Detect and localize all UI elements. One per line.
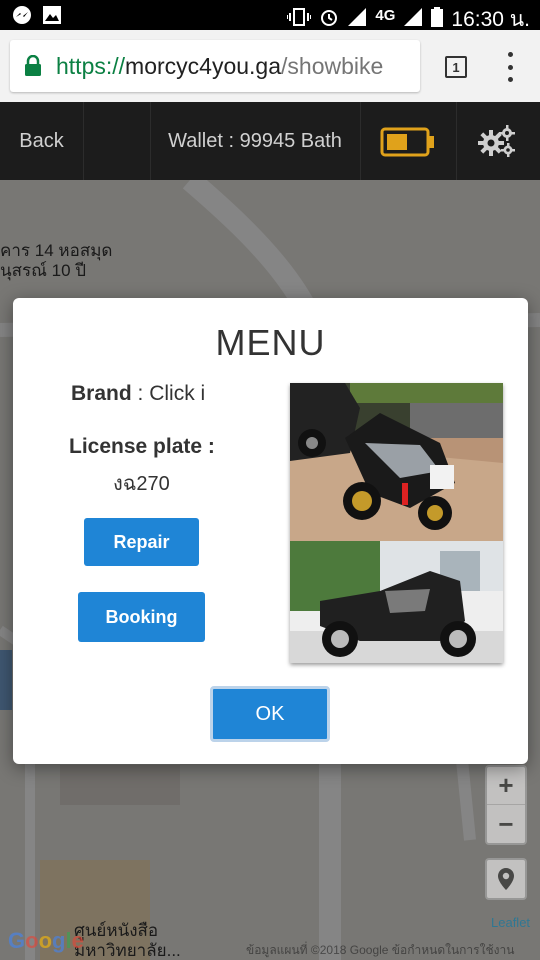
- back-button[interactable]: Back: [0, 102, 84, 180]
- map-pin-icon: [498, 868, 514, 890]
- header-divider: [456, 102, 457, 180]
- battery-status-icon: [431, 6, 444, 33]
- wallet-balance: Wallet : 99945 Bath: [168, 129, 342, 152]
- map-attribution: ข้อมูลแผนที่ ©2018 Google ข้อกำหนดในการใ…: [246, 943, 515, 957]
- leaflet-link[interactable]: Leaflet: [491, 915, 530, 930]
- network-type: 4G: [375, 7, 396, 24]
- signal-icon-2: [403, 7, 423, 33]
- lock-icon: [24, 54, 44, 77]
- brand-row: Brand : Click i: [71, 382, 205, 406]
- zoom-out-button[interactable]: −: [487, 805, 525, 843]
- tab-switcher-button[interactable]: 1: [445, 56, 467, 78]
- locate-button[interactable]: [485, 858, 527, 900]
- gear-icon[interactable]: [478, 124, 516, 163]
- url-path: /showbike: [281, 52, 384, 79]
- battery-icon[interactable]: [380, 127, 436, 162]
- google-logo: Google: [8, 928, 84, 953]
- ok-button[interactable]: OK: [210, 686, 330, 742]
- license-plate-value: งฉ270: [113, 473, 170, 495]
- dialog-title: MENU: [215, 322, 326, 363]
- messenger-icon: [12, 5, 32, 25]
- browser-toolbar: https://morcyc4you.ga/showbike 1: [0, 30, 540, 102]
- url-scheme: https://: [56, 52, 126, 79]
- zoom-in-button[interactable]: +: [487, 767, 525, 805]
- browser-menu-icon[interactable]: [502, 52, 518, 82]
- motorcycle-photo-1: [290, 383, 503, 541]
- license-plate-label: License plate :: [69, 435, 215, 458]
- status-bar: 4G 16:30 น.: [0, 0, 540, 33]
- url-host: morcyc4you.ga: [125, 52, 282, 79]
- url-bar[interactable]: https://morcyc4you.ga/showbike: [10, 40, 420, 92]
- signal-icon: [347, 7, 367, 33]
- repair-button[interactable]: Repair: [84, 518, 199, 566]
- image-icon: [42, 5, 62, 25]
- alarm-icon: [319, 7, 339, 33]
- brand-label: Brand: [71, 382, 132, 405]
- booking-button[interactable]: Booking: [78, 592, 205, 642]
- menu-dialog: MENU Brand : Click i License plate : งฉ2…: [13, 298, 528, 764]
- header-divider: [360, 102, 361, 180]
- vibrate-icon: [286, 7, 313, 33]
- app-header: Back Wallet : 99945 Bath: [0, 102, 540, 180]
- zoom-control: + −: [485, 765, 527, 845]
- motorcycle-photos: [290, 383, 503, 663]
- motorcycle-photo-2: [290, 541, 503, 663]
- brand-value: : Click i: [131, 382, 206, 405]
